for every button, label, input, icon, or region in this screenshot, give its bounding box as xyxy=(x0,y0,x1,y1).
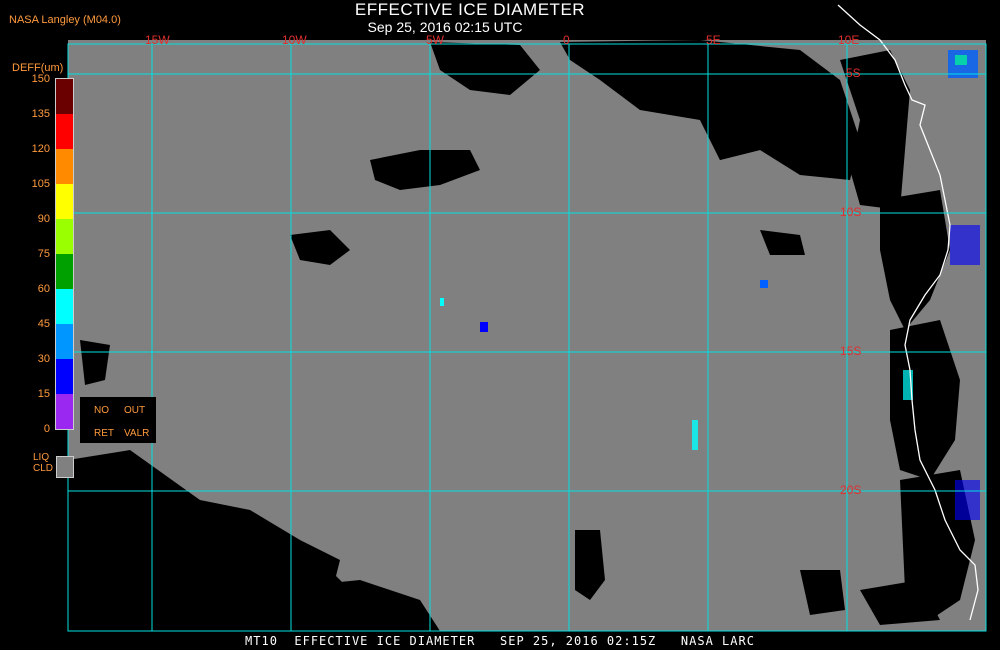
lat-label-10s: 10S xyxy=(840,205,862,219)
lon-label-5e: 5E xyxy=(706,33,721,47)
lon-label-5w: 5W xyxy=(426,33,444,47)
lat-label-5s: 5S xyxy=(846,66,861,80)
liquid-cloud-label: LIQ CLD xyxy=(33,452,53,474)
colorbar-tick-label: 0 xyxy=(43,423,50,435)
map-timestamp: Sep 25, 2016 02:15 UTC xyxy=(367,19,523,35)
lon-label-10w: 10W xyxy=(282,33,307,47)
footer-caption: MT10 EFFECTIVE ICE DIAMETER SEP 25, 2016… xyxy=(245,634,755,648)
colorbar-tick-label: 150 xyxy=(31,73,50,85)
lon-label-0: 0 xyxy=(563,33,570,47)
colorbar-frame xyxy=(55,78,74,430)
lon-label-10e: 10E xyxy=(838,33,860,47)
colorbar-tick-label: 75 xyxy=(37,248,50,260)
colorbar-tick-label: 60 xyxy=(37,283,50,295)
no-retrieval-legend: NO OUT RET VALR xyxy=(80,397,156,443)
legend-out: OUT xyxy=(124,405,146,416)
lat-label-20s: 20S xyxy=(840,483,862,497)
legend-valr: VALR xyxy=(124,428,150,439)
colorbar-tick-label: 45 xyxy=(37,318,50,330)
colorbar-tick-label: 135 xyxy=(31,108,50,120)
map-title: EFFECTIVE ICE DIAMETER xyxy=(354,0,586,19)
liq-line1: LIQ xyxy=(33,452,50,463)
colorbar-tick-label: 30 xyxy=(37,353,50,365)
lat-label-15s: 15S xyxy=(840,344,862,358)
colorbar-tick-label: 15 xyxy=(37,388,50,400)
colorbar-tick-label: 90 xyxy=(37,213,50,225)
map-canvas xyxy=(67,4,987,632)
colorbar-tick-label: 105 xyxy=(31,178,50,190)
lon-label-15w: 15W xyxy=(145,33,170,47)
legend-no: NO xyxy=(94,405,109,416)
liq-line2: CLD xyxy=(33,463,54,474)
legend-ret: RET xyxy=(94,428,114,439)
colorbar-tick-label: 120 xyxy=(31,143,50,155)
liquid-cloud-swatch xyxy=(56,456,74,478)
